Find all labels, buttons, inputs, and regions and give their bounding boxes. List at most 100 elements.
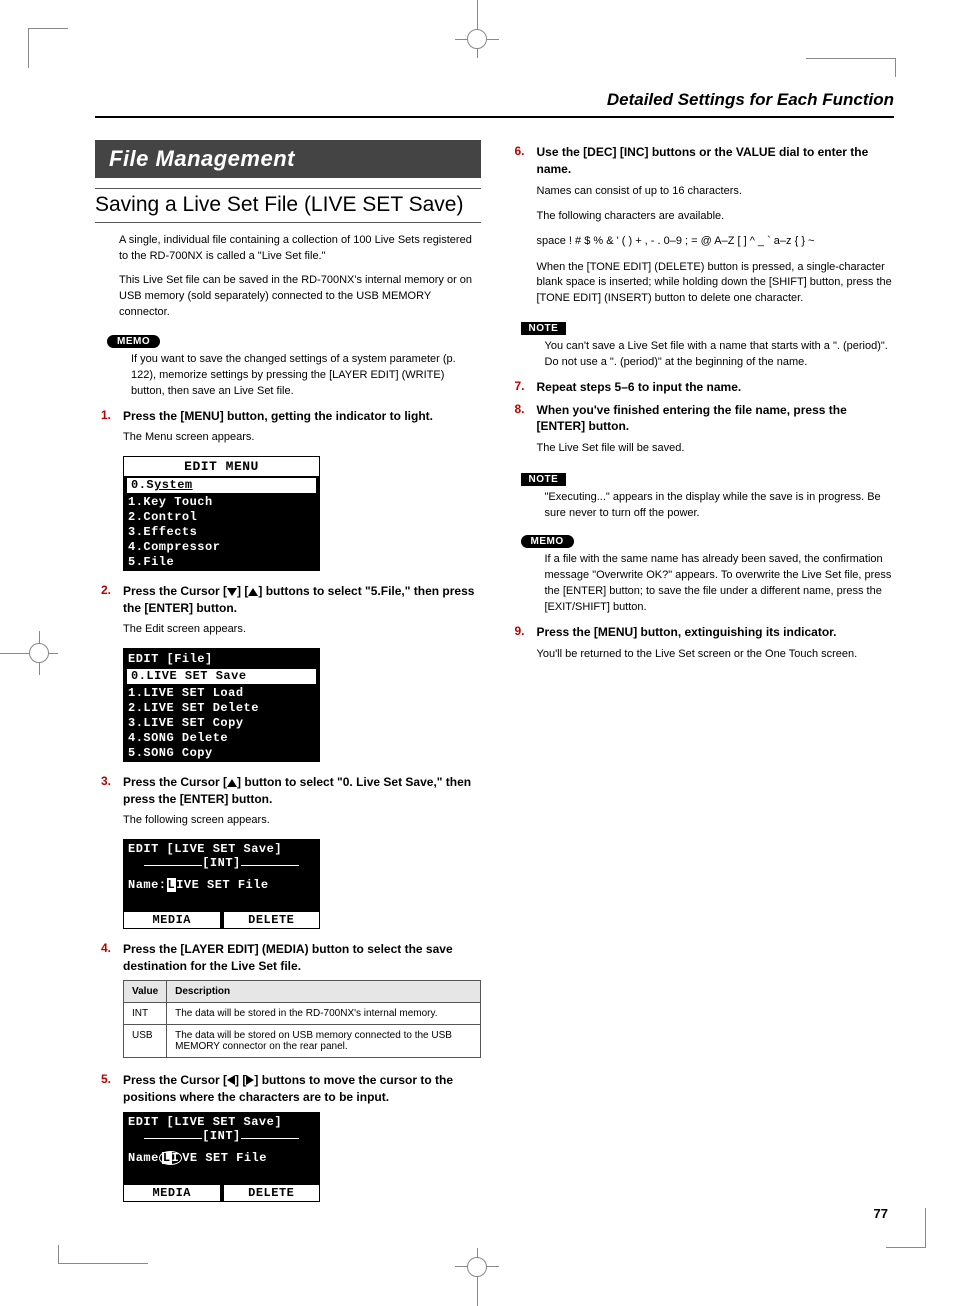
crop-mark: [467, 29, 487, 49]
rule: [95, 116, 894, 118]
step-text: Repeat steps 5–6 to input the name.: [537, 379, 895, 396]
step-note: The Edit screen appears.: [123, 622, 481, 637]
step-text: When you've finished entering the file n…: [537, 402, 895, 436]
note-text: "Executing..." appears in the display wh…: [545, 490, 895, 522]
running-head: Detailed Settings for Each Function: [95, 90, 894, 110]
cell: USB: [124, 1025, 167, 1058]
cursor-up-icon: [248, 588, 258, 596]
step-item: 2. Press the Cursor [] [] buttons to sel…: [95, 583, 481, 617]
crop-mark: [58, 1246, 148, 1264]
screen-line: 3.Effects: [124, 525, 319, 540]
cell: The data will be stored in the RD-700NX'…: [167, 1003, 480, 1025]
screen-line: 3.LIVE SET Copy: [124, 716, 319, 731]
step-note: You'll be returned to the Live Set scree…: [537, 647, 895, 662]
step-number: 1.: [95, 408, 111, 425]
screen-line: 5.SONG Copy: [124, 746, 319, 761]
screen-line: 4.SONG Delete: [124, 731, 319, 746]
screen-line: 1.Key Touch: [124, 495, 319, 510]
cursor-highlight-icon: LI: [159, 1151, 182, 1165]
cursor-up-icon: [227, 779, 237, 787]
step-text: Press the [MENU] button, extinguishing i…: [537, 624, 895, 641]
screen-footer: MEDIA DELETE: [124, 1185, 319, 1201]
step-text: Press the Cursor [] [] buttons to select…: [123, 583, 481, 617]
note-label: NOTE: [521, 322, 567, 335]
screen-body: NameLIVE SET File: [124, 1145, 319, 1185]
note-text: You can't save a Live Set file with a na…: [545, 339, 895, 371]
screen-selected-line: 0.System: [127, 478, 316, 493]
step-item: 8. When you've finished entering the fil…: [509, 402, 895, 436]
screen-title: EDIT [File]: [124, 649, 319, 667]
step-note: The Live Set file will be saved.: [537, 441, 895, 456]
step-item: 6. Use the [DEC] [INC] buttons or the VA…: [509, 144, 895, 178]
subsection-heading: Saving a Live Set File (LIVE SET Save): [95, 188, 481, 223]
screen-sub: [INT]: [124, 856, 319, 872]
screen-liveset-save-cursor: EDIT [LIVE SET Save] [INT] NameLIVE SET …: [123, 1112, 320, 1202]
screen-liveset-save: EDIT [LIVE SET Save] [INT] Name:LIVE SET…: [123, 839, 320, 929]
screen-fkey: DELETE: [224, 1185, 320, 1201]
screen-fkey: MEDIA: [124, 1185, 220, 1201]
page-number: 77: [874, 1206, 888, 1221]
char-list: space ! # $ % & ' ( ) + , - . 0–9 ; = @ …: [537, 234, 895, 249]
step-item: 3. Press the Cursor [] button to select …: [95, 774, 481, 808]
crop-mark: [886, 1208, 926, 1248]
screen-title: EDIT [LIVE SET Save]: [124, 1113, 319, 1129]
screen-title: EDIT MENU: [124, 457, 319, 476]
cursor-left-icon: [227, 1075, 235, 1085]
step-number: 6.: [509, 144, 525, 178]
step-number: 4.: [95, 941, 111, 975]
step-number: 7.: [509, 379, 525, 396]
text-cursor-icon: L: [167, 878, 177, 892]
step-item: 1. Press the [MENU] button, getting the …: [95, 408, 481, 425]
value-table: ValueDescription INTThe data will be sto…: [123, 980, 481, 1058]
memo-text: If a file with the same name has already…: [545, 552, 895, 616]
step-note: The following characters are available.: [537, 209, 895, 224]
step-item: 4. Press the [LAYER EDIT] (MEDIA) button…: [95, 941, 481, 975]
section-heading: File Management: [95, 140, 481, 178]
col-description: Description: [167, 981, 480, 1003]
step-number: 5.: [95, 1072, 111, 1106]
screen-fkey: MEDIA: [124, 912, 220, 928]
step-number: 9.: [509, 624, 525, 641]
crop-mark: [29, 643, 49, 663]
screen-title: EDIT [LIVE SET Save]: [124, 840, 319, 856]
step-text: Press the Cursor [] [] buttons to move t…: [123, 1072, 481, 1106]
step-text: Press the Cursor [] button to select "0.…: [123, 774, 481, 808]
cell: The data will be stored on USB memory co…: [167, 1025, 480, 1058]
step-note: The following screen appears.: [123, 813, 481, 828]
content-columns: File Management Saving a Live Set File (…: [95, 140, 894, 1214]
step-text: Press the [LAYER EDIT] (MEDIA) button to…: [123, 941, 481, 975]
crop-mark: [28, 28, 68, 68]
screen-edit-file: EDIT [File] 0.LIVE SET Save 1.LIVE SET L…: [123, 648, 320, 762]
screen-selected-line: 0.LIVE SET Save: [127, 669, 316, 684]
intro-paragraph: This Live Set file can be saved in the R…: [119, 273, 481, 321]
screen-line: 1.LIVE SET Load: [124, 686, 319, 701]
intro-paragraph: A single, individual file containing a c…: [119, 233, 481, 265]
screen-line: 2.Control: [124, 510, 319, 525]
screen-body: Name:LIVE SET File: [124, 872, 319, 912]
screen-fkey: DELETE: [224, 912, 320, 928]
col-value: Value: [124, 981, 167, 1003]
cursor-down-icon: [227, 588, 237, 596]
step-note: The Menu screen appears.: [123, 430, 481, 445]
step-text: Press the [MENU] button, getting the ind…: [123, 408, 481, 425]
screen-line: 4.Compressor: [124, 540, 319, 555]
cell: INT: [124, 1003, 167, 1025]
screen-line: 2.LIVE SET Delete: [124, 701, 319, 716]
step-number: 2.: [95, 583, 111, 617]
step-number: 8.: [509, 402, 525, 436]
screen-sub: [INT]: [124, 1129, 319, 1145]
step-note: When the [TONE EDIT] (DELETE) button is …: [537, 260, 895, 306]
crop-mark: [806, 58, 896, 76]
step-text: Use the [DEC] [INC] buttons or the VALUE…: [537, 144, 895, 178]
step-item: 9. Press the [MENU] button, extinguishin…: [509, 624, 895, 641]
memo-label: MEMO: [107, 335, 160, 348]
memo-label: MEMO: [521, 535, 574, 548]
step-item: 5. Press the Cursor [] [] buttons to mov…: [95, 1072, 481, 1106]
crop-mark: [467, 1257, 487, 1277]
screen-line: 5.File: [124, 555, 319, 570]
memo-text: If you want to save the changed settings…: [131, 352, 481, 400]
column-right: 6. Use the [DEC] [INC] buttons or the VA…: [509, 140, 895, 1214]
step-note: Names can consist of up to 16 characters…: [537, 184, 895, 199]
page: Detailed Settings for Each Function File…: [0, 0, 954, 1306]
screen-edit-menu: EDIT MENU 0.System 1.Key Touch 2.Control…: [123, 456, 320, 571]
